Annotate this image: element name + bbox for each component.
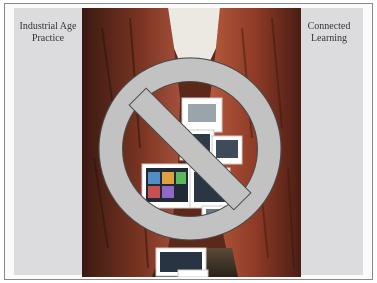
panel-label-line2: Practice [31,33,65,44]
connected-learning-panel: Connected Learning [295,8,363,275]
panel-label-line1: Industrial Age [19,21,77,32]
slide-frame: Industrial Age Practice Connected Learni… [4,3,373,280]
canyon-photo [82,8,301,277]
industrial-age-panel: Industrial Age Practice [14,8,82,275]
panel-label-line2: Learning [310,33,348,44]
panel-label-line1: Connected [307,21,351,32]
canyon-illustration [82,8,301,277]
